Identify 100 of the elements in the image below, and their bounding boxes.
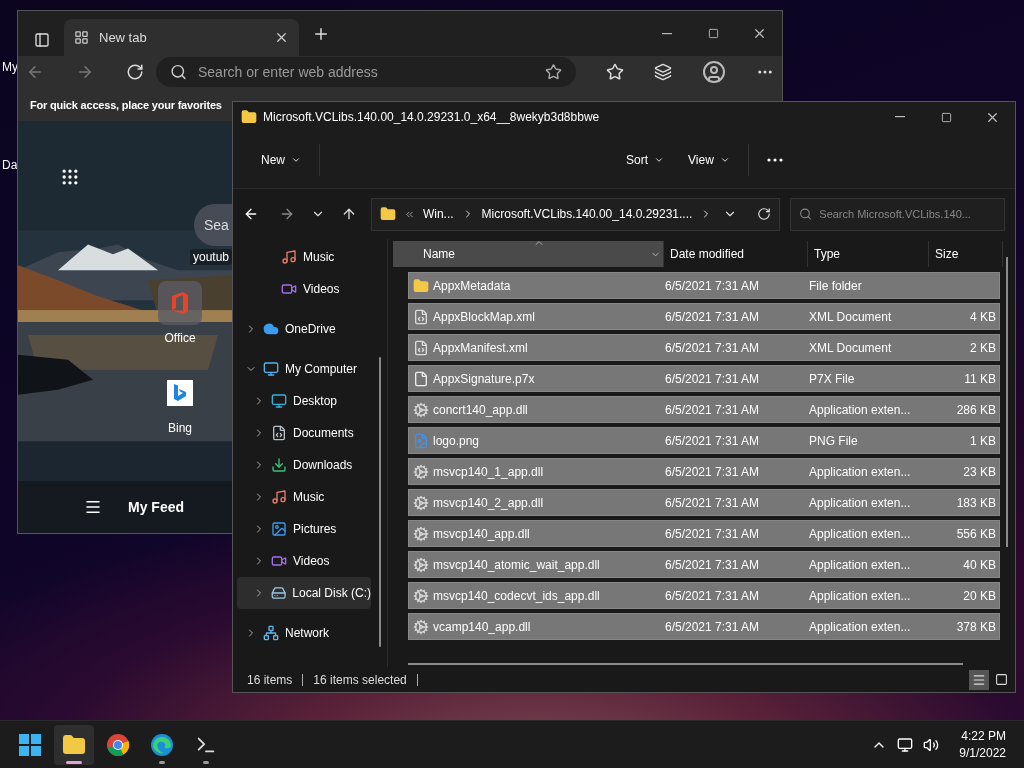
nav-item[interactable]: Downloads <box>237 449 371 481</box>
type-cell-text: PNG File <box>809 433 859 448</box>
minimize-icon <box>662 32 672 35</box>
profile-icon[interactable] <box>702 60 726 84</box>
type-cell-text: Application exten... <box>809 588 912 603</box>
address-field[interactable]: Search or enter web address <box>156 57 576 87</box>
browser-logo-icon <box>106 732 130 757</box>
forward-icon[interactable] <box>76 63 94 81</box>
type-cell-text: File folder <box>809 278 863 293</box>
favorites-hint: For quick access, place your favorites <box>30 98 222 111</box>
document-icon <box>271 425 287 441</box>
network-status-icon[interactable] <box>897 736 914 753</box>
file-name: msvcp140_atomic_wait_app.dll <box>433 557 600 572</box>
file-row[interactable]: logo.png 6/5/2021 7:31 AM PNG File 1 KB <box>408 427 1000 454</box>
gear-file-icon <box>413 525 429 542</box>
file-name: vcamp140_app.dll <box>433 619 531 634</box>
file-name: msvcp140_codecvt_ids_app.dll <box>433 588 600 603</box>
date-cell-text: 6/5/2021 7:31 AM <box>665 526 761 541</box>
file-row[interactable]: msvcp140_2_app.dll 6/5/2021 7:31 AM Application exten... 183 KB <box>408 489 1000 516</box>
type-cell-text: Application exten... <box>809 557 912 572</box>
column-header[interactable]: Date modified <box>664 241 808 267</box>
back-icon[interactable] <box>243 206 259 222</box>
collections-icon[interactable] <box>654 63 672 81</box>
menu-icon[interactable] <box>84 498 102 516</box>
window-title: Microsoft.VCLibs.140.00_14.0.29231.0_x64__8wekyb3d8bbwe <box>263 110 600 124</box>
size-cell-text: 286 KB <box>955 402 996 417</box>
search-icon <box>170 63 187 81</box>
details-view-button[interactable] <box>969 669 989 690</box>
picture-icon <box>271 521 287 537</box>
size-cell-text: 4 KB <box>969 309 996 324</box>
nav-item[interactable]: My Computer <box>237 353 371 385</box>
file-row[interactable]: AppxManifest.xml 6/5/2021 7:31 AM XML Document 2 KB <box>408 334 1000 361</box>
volume-icon[interactable] <box>923 736 940 753</box>
type-cell-text: XML Document <box>809 340 893 355</box>
nav-item[interactable]: Videos <box>237 545 371 577</box>
monitor-icon <box>263 361 279 377</box>
address-bar[interactable]: Win... Microsoft.VCLibs.140.00_14.0.29231.... <box>370 197 781 231</box>
file-row[interactable]: AppxBlockMap.xml 6/5/2021 7:31 AM XML Document 4 KB <box>408 303 1000 330</box>
column-header[interactable]: Size <box>929 241 1003 267</box>
bing-tile[interactable] <box>167 380 193 406</box>
file-row[interactable]: msvcp140_codecvt_ids_app.dll 6/5/2021 7:31 AM Application exten... 20 KB <box>408 582 1000 609</box>
clock[interactable]: 4:22 PM 9/1/2022 <box>949 729 1010 760</box>
favorites-icon[interactable] <box>606 63 624 81</box>
type-cell-text: Application exten... <box>809 464 912 479</box>
refresh-icon[interactable] <box>126 63 144 81</box>
square-icon <box>994 673 1008 686</box>
network-icon <box>263 625 279 641</box>
feed-title[interactable]: My Feed <box>128 499 184 515</box>
file-row[interactable]: AppxMetadata 6/5/2021 7:31 AM File folder <box>408 272 1000 299</box>
file-row[interactable]: msvcp140_1_app.dll 6/5/2021 7:31 AM Application exten... 23 KB <box>408 458 1000 485</box>
apps-grid-icon[interactable] <box>60 167 80 187</box>
gear-file-icon <box>413 587 429 604</box>
command-button[interactable]: Sort <box>614 147 677 173</box>
file-row[interactable]: vcamp140_app.dll 6/5/2021 7:31 AM Application exten... 378 KB <box>408 613 1000 640</box>
nav-item[interactable]: Pictures <box>237 513 371 545</box>
search-field[interactable]: Search Microsoft.VCLibs.140... <box>790 197 1005 231</box>
column-header[interactable]: Type <box>808 241 929 267</box>
file-row[interactable]: AppxSignature.p7x 6/5/2021 7:31 AM P7X File 11 KB <box>408 365 1000 392</box>
refresh-icon[interactable] <box>757 207 772 221</box>
type-cell-text: Application exten... <box>809 526 912 541</box>
file-name: msvcp140_2_app.dll <box>433 495 544 510</box>
nav-item[interactable]: OneDrive <box>237 313 371 345</box>
size-cell-text: 23 KB <box>962 464 996 479</box>
maximize-icon <box>940 111 952 123</box>
gear-file-icon <box>413 618 429 635</box>
taskbar-app[interactable] <box>54 724 94 765</box>
office-tile[interactable] <box>158 281 202 325</box>
code-file-icon <box>413 339 429 356</box>
maximize-icon <box>707 28 719 39</box>
file-row[interactable]: msvcp140_app.dll 6/5/2021 7:31 AM Application exten... 556 KB <box>408 520 1000 547</box>
column-header[interactable]: Name <box>393 241 664 267</box>
breadcrumb-item[interactable]: Win... <box>422 207 454 221</box>
nav-item[interactable]: Music <box>237 481 371 513</box>
selection-count: 16 items selected <box>313 672 407 687</box>
breadcrumb-item[interactable]: Microsoft.VCLibs.140.00_14.0.29231.... <box>481 207 693 221</box>
nav-item[interactable]: Videos <box>237 273 371 305</box>
tab-page-icon <box>74 30 89 45</box>
add-favorite-icon[interactable] <box>545 63 562 81</box>
command-button[interactable]: New <box>249 147 313 173</box>
type-cell-text: Application exten... <box>809 619 912 634</box>
office-logo-icon <box>170 292 190 314</box>
nav-item[interactable]: Desktop <box>237 385 371 417</box>
nav-item[interactable]: Documents <box>237 417 371 449</box>
caret-icon <box>291 155 301 165</box>
file-row[interactable]: concrt140_app.dll 6/5/2021 7:31 AM Application exten... 286 KB <box>408 396 1000 423</box>
tile-label[interactable]: youtub <box>190 249 232 265</box>
gear-file-icon <box>413 494 429 511</box>
close-tab-icon[interactable] <box>274 30 289 45</box>
code-file-icon <box>413 308 429 325</box>
date-cell-text: 6/5/2021 7:31 AM <box>665 433 761 448</box>
folder-icon <box>379 206 396 222</box>
nav-item[interactable]: Music <box>237 241 371 273</box>
date-cell-text: 6/5/2021 7:31 AM <box>665 619 761 634</box>
file-row[interactable]: msvcp140_atomic_wait_app.dll 6/5/2021 7:31 AM Application exten... 40 KB <box>408 551 1000 578</box>
nav-item[interactable]: Network <box>237 617 371 649</box>
tile-label: Office <box>164 331 196 345</box>
desktop-icon-label: My <box>2 60 18 74</box>
nav-item[interactable]: Local Disk (C:) <box>237 577 371 609</box>
command-button[interactable]: View <box>676 147 742 173</box>
browser-tab[interactable]: New tab <box>64 19 299 56</box>
